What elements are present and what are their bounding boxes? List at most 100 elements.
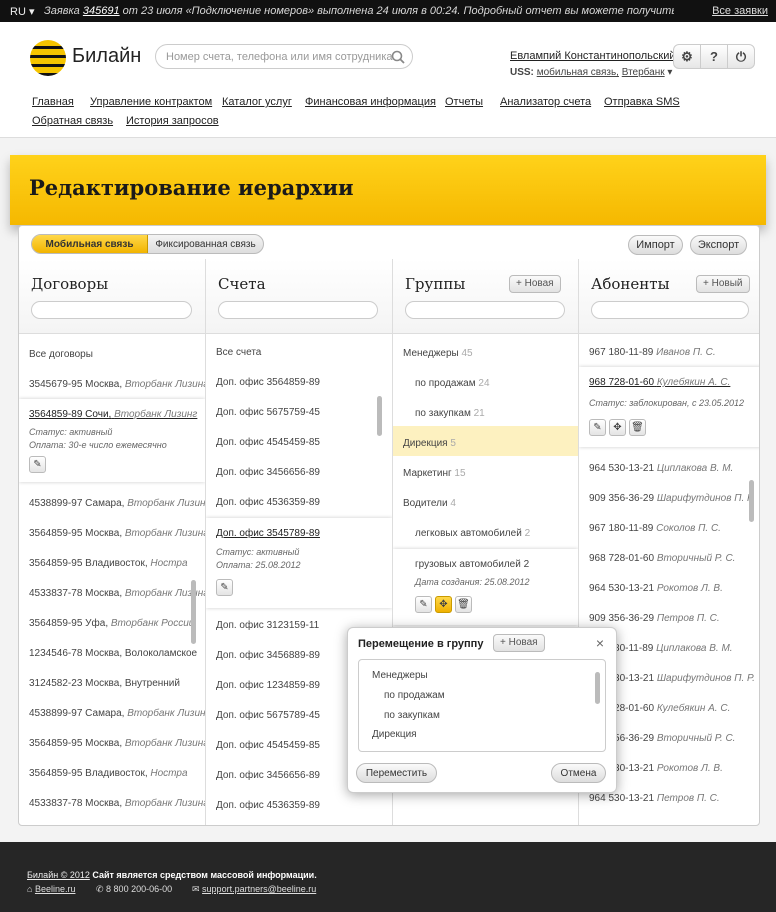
dialog-group-item[interactable]: по продажам (384, 690, 445, 701)
move-button[interactable]: Переместить (356, 763, 437, 783)
list-item[interactable]: по закупкам 21 (393, 408, 578, 419)
logout-button[interactable]: ⏻ (728, 45, 754, 68)
nav-finance[interactable]: Финансовая информация (305, 96, 436, 108)
list-item[interactable]: Дирекция 5 (393, 438, 578, 449)
list-item[interactable]: 967 180-11-89 Иванов П. С. (579, 347, 759, 358)
list-item[interactable]: 3564859-95 Москва, Вторбанк Лизинг (19, 528, 205, 539)
list-item[interactable]: Все договоры (19, 349, 205, 360)
tab-fixed[interactable]: Фиксированная связь (148, 235, 263, 253)
search-input[interactable]: Номер счета, телефона или имя сотрудника (155, 44, 413, 69)
dialog-group-item[interactable]: Дирекция (372, 729, 417, 740)
list-item[interactable]: 3564859-95 Уфа, Вторбанк России (19, 618, 205, 629)
selected-subscriber-title[interactable]: 968 728-01-60 Кулебякин А. С. (589, 377, 730, 388)
list-item[interactable]: 909 356-36-29 Петров П. С. (579, 613, 759, 624)
beeline-logo-icon[interactable] (30, 40, 66, 76)
list-item[interactable]: 909 356-36-29 Шарифутдинов П. Р. (579, 493, 759, 504)
edit-account-button[interactable]: ✎ (216, 579, 233, 596)
delete-group-button[interactable]: 🗑 (455, 596, 472, 613)
list-item[interactable]: Маркетинг 15 (393, 468, 578, 479)
selected-account-title[interactable]: Доп. офис 3545789-89 (216, 528, 320, 539)
cancel-button[interactable]: Отмена (551, 763, 606, 783)
close-icon[interactable]: × (596, 635, 604, 651)
accounts-filter-input[interactable] (218, 301, 378, 319)
nav-analyzer[interactable]: Анализатор счета (500, 96, 591, 108)
accounts-scrollbar[interactable] (377, 396, 382, 436)
list-item[interactable]: Доп. офис 4536359-89 (206, 497, 392, 508)
list-item[interactable]: 4538899-97 Самара, Вторбанк Лизинг (19, 498, 205, 509)
selected-contract[interactable]: 3564859-89 Сочи, Вторбанк Лизинг Статус:… (19, 399, 205, 482)
request-number-link[interactable]: 345691 (83, 5, 120, 17)
user-company[interactable]: USS: мобильная связь, Втербанк ▾ (510, 67, 672, 78)
edit-contract-button[interactable]: ✎ (29, 456, 46, 473)
edit-subscriber-button[interactable]: ✎ (589, 419, 606, 436)
list-item[interactable]: 3564859-95 Владивосток, Нострa (19, 558, 205, 569)
import-button[interactable]: Импорт (628, 235, 683, 255)
selected-group-title[interactable]: грузовых автомобилей 2 (415, 559, 529, 570)
list-item[interactable]: по продажам 24 (393, 378, 578, 389)
list-item[interactable]: Доп. офис 3456656-89 (206, 467, 392, 478)
new-subscriber-button[interactable]: + Новый (696, 275, 750, 293)
list-item[interactable]: Водители 4 (393, 498, 578, 509)
footer-site[interactable]: ⌂ Beeline.ru (27, 884, 75, 894)
subscribers-filter-input[interactable] (591, 301, 749, 319)
nav-catalog[interactable]: Каталог услуг (222, 96, 292, 108)
new-group-button[interactable]: + Новая (509, 275, 561, 293)
nav-reports[interactable]: Отчеты (445, 96, 483, 108)
site-link[interactable]: Beeline.ru (35, 884, 76, 894)
dialog-group-item[interactable]: по закупкам (384, 710, 440, 721)
move-group-button[interactable]: ✥ (435, 596, 452, 613)
contracts-scrollbar[interactable] (191, 580, 196, 644)
dialog-new-group-button[interactable]: + Новая (493, 634, 545, 652)
language-selector[interactable]: RU ▾ (10, 5, 34, 18)
list-item[interactable]: Все счета (206, 347, 392, 358)
list-item[interactable]: 3124582-23 Москва, Внутренний (19, 678, 205, 689)
list-item[interactable]: 3545679-95 Москва, Вторбанк Лизинг (19, 379, 205, 390)
tab-mobile[interactable]: Мобильная связь (32, 235, 148, 253)
delete-subscriber-button[interactable]: 🗑 (629, 419, 646, 436)
dialog-scrollbar[interactable] (595, 672, 600, 704)
help-button[interactable]: ? (701, 45, 728, 68)
export-button[interactable]: Экспорт (690, 235, 747, 255)
all-requests-link[interactable]: Все заявки (712, 5, 768, 17)
selected-subscriber[interactable]: 968 728-01-60 Кулебякин А. С. Статус: за… (579, 367, 759, 447)
list-item[interactable]: 4533837-78 Москва, Вторбанк Лизинг (19, 588, 205, 599)
email-link[interactable]: support.partners@beeline.ru (202, 884, 316, 894)
footer-email[interactable]: ✉ support.partners@beeline.ru (192, 884, 316, 895)
list-item[interactable]: 968 728-01-60 Вторичный Р. С. (579, 553, 759, 564)
nav-contract[interactable]: Управление контрактом (90, 96, 212, 108)
user-name-link[interactable]: Евлампий Константинопольский (510, 50, 676, 62)
subscriber-number: 964 530-13-21 (589, 793, 655, 804)
list-item[interactable]: 964 530-13-21 Циплакова В. М. (579, 463, 759, 474)
list-item[interactable]: Доп. офис 5675759-45 (206, 407, 392, 418)
copyright-link[interactable]: Билайн © 2012 (27, 870, 90, 880)
list-item[interactable]: 967 180-11-89 Соколов П. С. (579, 523, 759, 534)
move-subscriber-button[interactable]: ✥ (609, 419, 626, 436)
search-icon[interactable] (390, 49, 406, 65)
list-item[interactable]: 1234546-78 Москва, Волоколамское (19, 648, 205, 659)
settings-button[interactable]: ⚙ (674, 45, 701, 68)
groups-filter-input[interactable] (405, 301, 565, 319)
subscribers-scrollbar[interactable] (749, 480, 754, 522)
list-item[interactable]: 964 530-13-21 Петров П. С. (579, 793, 759, 804)
list-item[interactable]: Доп. офис 4536359-89 (206, 800, 392, 811)
dialog-group-item[interactable]: Менеджеры (372, 670, 428, 681)
list-item[interactable]: 4533837-78 Москва, Вторбанк Лизинг (19, 798, 205, 809)
logo-text[interactable]: Билайн (72, 45, 141, 68)
list-item[interactable]: 3564859-95 Москва, Вторбанк Лизинг (19, 738, 205, 749)
list-item[interactable]: Доп. офис 3564859-89 (206, 377, 392, 388)
list-item[interactable]: 964 530-13-21 Рокотов Л. В. (579, 583, 759, 594)
nav-feedback[interactable]: Обратная связь (32, 115, 113, 127)
list-item[interactable]: 4538899-97 Самара, Вторбанк Лизинг (19, 708, 205, 719)
selected-group[interactable]: грузовых автомобилей 2 Дата создания: 25… (393, 549, 578, 625)
contracts-filter-input[interactable] (31, 301, 192, 319)
selected-account[interactable]: Доп. офис 3545789-89 Статус: активный Оп… (206, 518, 392, 608)
list-item[interactable]: Менеджеры 45 (393, 348, 578, 359)
nav-home[interactable]: Главная (32, 96, 74, 108)
selected-contract-title[interactable]: 3564859-89 Сочи, Вторбанк Лизинг (29, 409, 197, 420)
nav-history[interactable]: История запросов (126, 115, 219, 127)
edit-group-button[interactable]: ✎ (415, 596, 432, 613)
list-item[interactable]: Доп. офис 4545459-85 (206, 437, 392, 448)
list-item[interactable]: 3564859-95 Владивосток, Нострa (19, 768, 205, 779)
nav-sms[interactable]: Отправка SMS (604, 96, 680, 108)
list-item[interactable]: легковых автомобилей 2 (393, 528, 578, 539)
